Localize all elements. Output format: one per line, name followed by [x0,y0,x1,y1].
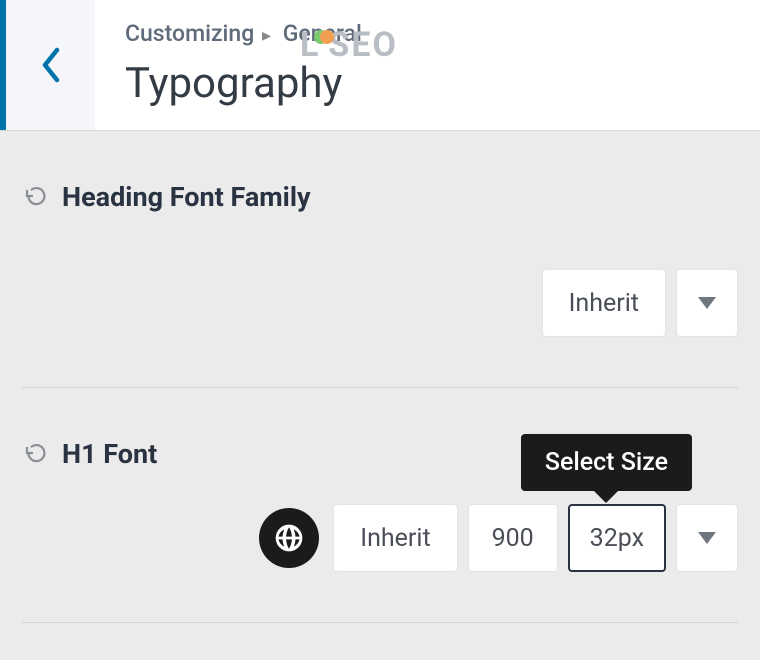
h1-font-family-select[interactable]: Inherit [333,504,457,572]
h1-font-size-value: 32px [590,524,644,553]
tooltip-text: Select Size [545,448,668,477]
header-text: Customizing ▸ General Typography [95,0,760,130]
undo-icon [23,185,47,209]
caret-down-icon [698,532,716,544]
breadcrumb-current: General [283,20,362,47]
responsive-toggle-button[interactable] [259,508,319,568]
caret-down-icon [698,297,716,309]
customizer-header: Customizing ▸ General Typography LSEO [0,0,760,131]
reset-button[interactable] [22,441,48,467]
page-title: Typography [125,59,730,108]
chevron-left-icon [40,47,62,83]
section-title: Heading Font Family [62,181,311,213]
font-family-value: Inherit [569,289,639,318]
breadcrumb-separator-icon: ▸ [262,25,271,46]
heading-font-family-controls: Inherit [22,269,738,337]
undo-icon [23,442,47,466]
tooltip: Select Size [521,434,692,491]
h1-font-dropdown-toggle[interactable] [676,504,738,572]
breadcrumb: Customizing ▸ General [125,20,730,47]
section-heading-font-family: Heading Font Family Inherit [22,181,738,388]
font-family-dropdown-toggle[interactable] [676,269,738,337]
section-header: Heading Font Family [22,181,738,213]
h1-font-weight-select[interactable]: 900 [468,504,558,572]
font-family-select[interactable]: Inherit [542,269,666,337]
breadcrumb-root: Customizing [125,20,254,47]
globe-icon [273,522,305,554]
settings-panel: Heading Font Family Inherit H1 Font Sele… [0,131,760,623]
h1-font-size-select[interactable]: 32px [568,504,666,572]
back-button[interactable] [0,0,95,130]
h1-font-controls: Select Size Inherit 900 32px [22,504,738,572]
h1-font-weight-value: 900 [492,524,534,553]
section-title: H1 Font [62,438,157,470]
section-h1-font: H1 Font Select Size Inherit 900 32px [22,438,738,623]
reset-button[interactable] [22,184,48,210]
h1-font-family-value: Inherit [360,524,430,553]
